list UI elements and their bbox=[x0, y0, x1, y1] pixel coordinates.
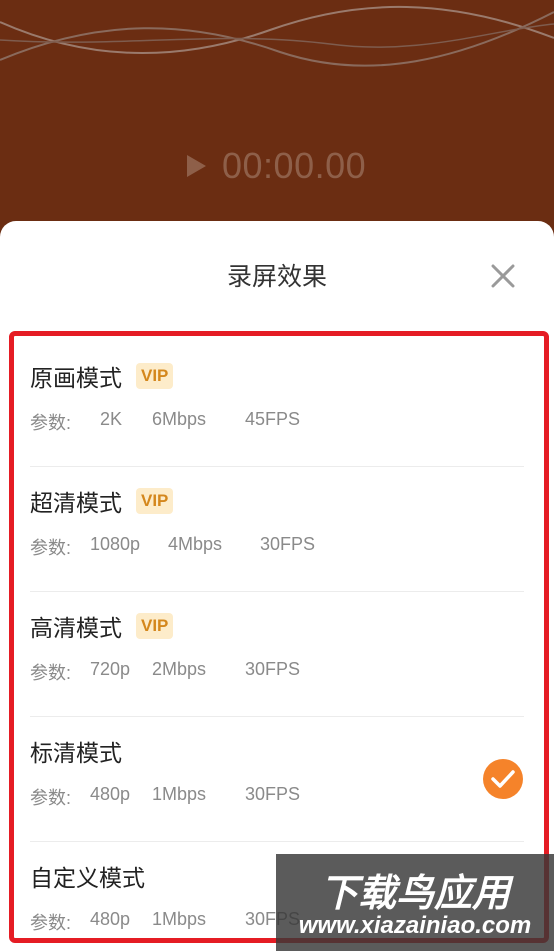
sheet-title: 录屏效果 bbox=[226, 262, 327, 291]
mode-params: 参数: 2K 6Mbps 45FPS bbox=[30, 409, 430, 433]
params-label: 参数: bbox=[30, 788, 72, 808]
playback-time: 00:00.00 bbox=[222, 145, 367, 186]
mode-params: 参数: 720p 2Mbps 30FPS bbox=[30, 659, 430, 683]
params-bitrate: 4Mbps bbox=[168, 534, 223, 554]
watermark-logo: 下载鸟应用 bbox=[319, 871, 510, 915]
recording-quality-sheet: 录屏效果 原画模式 VIP 参数: 2K 6Mbps 45FPS 超清模式 VI… bbox=[0, 221, 554, 951]
mode-name: 超清模式 bbox=[30, 491, 122, 517]
close-icon[interactable] bbox=[484, 257, 522, 295]
vip-badge: VIP bbox=[136, 613, 174, 639]
player-controls: 00:00.00 bbox=[184, 145, 366, 187]
mode-name: 高清模式 bbox=[30, 616, 122, 642]
mode-params: 参数: 480p 1Mbps 30FPS bbox=[30, 784, 430, 808]
vip-badge: VIP bbox=[136, 363, 174, 389]
params-resolution: 480p bbox=[90, 784, 131, 804]
params-bitrate: 1Mbps bbox=[152, 909, 207, 929]
selected-check-icon bbox=[483, 759, 523, 799]
watermark-url: www.xiazainiao.com bbox=[298, 912, 532, 939]
params-label: 参数: bbox=[30, 663, 72, 683]
params-bitrate: 6Mbps bbox=[152, 409, 207, 429]
mode-name: 标清模式 bbox=[30, 741, 122, 767]
params-fps: 30FPS bbox=[260, 534, 316, 554]
params-resolution: 1080p bbox=[90, 534, 141, 554]
params-resolution: 2K bbox=[100, 409, 123, 429]
mode-name: 原画模式 bbox=[30, 366, 122, 392]
mode-item-original[interactable]: 原画模式 VIP 参数: 2K 6Mbps 45FPS bbox=[0, 341, 554, 466]
params-fps: 30FPS bbox=[245, 784, 301, 804]
params-resolution: 720p bbox=[90, 659, 131, 679]
mode-name: 自定义模式 bbox=[30, 866, 145, 892]
params-label: 参数: bbox=[30, 538, 72, 558]
site-watermark: 下载鸟应用 www.xiazainiao.com bbox=[276, 854, 554, 951]
play-icon[interactable] bbox=[184, 152, 208, 180]
params-label: 参数: bbox=[30, 913, 72, 933]
params-bitrate: 2Mbps bbox=[152, 659, 207, 679]
video-preview: 00:00.00 bbox=[0, 0, 554, 240]
mode-item-ultra-hd[interactable]: 超清模式 VIP 参数: 1080p 4Mbps 30FPS bbox=[0, 466, 554, 591]
params-fps: 45FPS bbox=[245, 409, 301, 429]
vip-badge: VIP bbox=[136, 488, 174, 514]
mode-item-sd[interactable]: 标清模式 参数: 480p 1Mbps 30FPS bbox=[0, 716, 554, 841]
mode-params: 参数: 1080p 4Mbps 30FPS bbox=[30, 534, 430, 558]
audio-waveform bbox=[0, 5, 554, 67]
params-fps: 30FPS bbox=[245, 659, 301, 679]
mode-item-hd[interactable]: 高清模式 VIP 参数: 720p 2Mbps 30FPS bbox=[0, 591, 554, 716]
params-resolution: 480p bbox=[90, 909, 131, 929]
params-bitrate: 1Mbps bbox=[152, 784, 207, 804]
params-label: 参数: bbox=[30, 413, 72, 433]
